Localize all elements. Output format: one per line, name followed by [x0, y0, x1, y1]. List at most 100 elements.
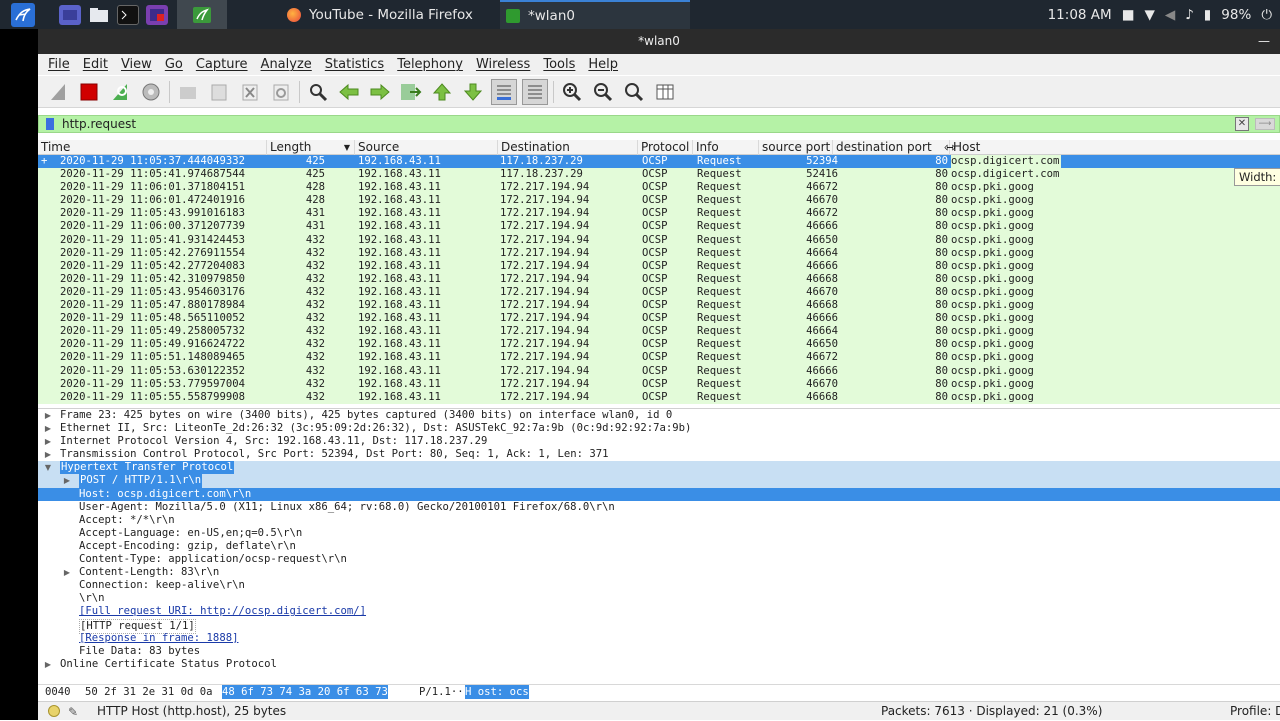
file-manager-icon[interactable] — [88, 5, 110, 25]
column-time[interactable]: Time — [38, 140, 267, 155]
menu-capture[interactable]: Capture — [196, 57, 248, 72]
wireshark-launcher-icon[interactable] — [177, 0, 227, 29]
menu-go[interactable]: Go — [165, 57, 183, 72]
autoscroll-icon[interactable] — [491, 78, 517, 105]
minimize-button[interactable]: — — [1258, 29, 1270, 54]
detail-tree-item[interactable]: User-Agent: Mozilla/5.0 (X11; Linux x86_… — [38, 501, 1280, 514]
zoom-out-icon[interactable] — [590, 79, 616, 105]
menu-analyze[interactable]: Analyze — [261, 57, 312, 72]
open-file-icon[interactable] — [175, 79, 201, 105]
menu-help[interactable]: Help — [588, 57, 618, 72]
detail-tree-item[interactable]: Host: ocsp.digicert.com\r\n — [38, 487, 1280, 501]
taskbar-task-wireshark[interactable]: *wlan0 — [500, 0, 690, 29]
packet-row[interactable]: 2020-11-29 11:05:43.954603176 432 192.168.… — [38, 286, 1280, 299]
packet-row[interactable]: +2020-11-29 11:05:37.444049332 425 192.168… — [38, 155, 1280, 169]
window-titlebar[interactable]: *wlan0 — — [38, 29, 1280, 54]
expand-arrow-icon[interactable]: ▶ — [43, 448, 53, 461]
column-destination-port[interactable]: destination port — [833, 140, 950, 155]
column-source-port[interactable]: source port — [759, 140, 833, 155]
expand-arrow-icon[interactable]: ▶ — [43, 409, 53, 422]
taskbar-task-firefox[interactable]: YouTube - Mozilla Firefox — [281, 0, 479, 29]
detail-tree-item[interactable]: Connection: keep-alive\r\n — [38, 579, 1280, 592]
menu-telephony[interactable]: Telephony — [397, 57, 463, 72]
detail-tree-item[interactable]: Accept: */*\r\n — [38, 514, 1280, 527]
go-back-icon[interactable] — [336, 79, 362, 105]
bytes-hex-highlight[interactable]: 48 6f 73 74 3a 20 6f 63 73 — [222, 685, 388, 699]
expand-arrow-icon[interactable]: ▶ — [62, 474, 72, 487]
terminal-icon[interactable] — [117, 4, 139, 25]
detail-tree-item[interactable]: ▶ POST / HTTP/1.1\r\n — [38, 474, 1280, 488]
zoom-in-icon[interactable] — [559, 79, 585, 105]
capture-options-icon[interactable] — [138, 79, 164, 105]
detail-tree-item[interactable]: File Data: 83 bytes — [38, 645, 1280, 658]
expert-info-icon[interactable] — [48, 705, 60, 717]
packet-row[interactable]: 2020-11-29 11:05:48.565110052 432 192.168.… — [38, 312, 1280, 325]
status-profile[interactable]: Profile: D — [1230, 702, 1280, 720]
reload-file-icon[interactable] — [268, 79, 294, 105]
packet-row[interactable]: 2020-11-29 11:05:41.974687544 425 192.168.… — [38, 168, 1280, 181]
expand-arrow-icon[interactable]: ▶ — [43, 435, 53, 448]
display-filter-input[interactable]: http.request — [62, 117, 136, 131]
detail-tree-item[interactable]: ▶ Ethernet II, Src: LiteonTe_2d:26:32 (3c… — [38, 422, 1280, 435]
packet-row[interactable]: 2020-11-29 11:06:01.472401916 428 192.168.… — [38, 194, 1280, 207]
detail-tree-item[interactable]: \r\n — [38, 592, 1280, 605]
packet-row[interactable]: 2020-11-29 11:06:01.371804151 428 192.168.… — [38, 181, 1280, 194]
packet-row[interactable]: 2020-11-29 11:05:51.148089465 432 192.168.… — [38, 351, 1280, 364]
column-info[interactable]: Info — [693, 140, 759, 155]
stop-capture-icon[interactable] — [76, 79, 102, 105]
battery-icon[interactable]: ▮ — [1204, 7, 1211, 23]
column-source[interactable]: Source — [355, 140, 498, 155]
wifi-icon[interactable]: ▼ — [1144, 7, 1154, 23]
normal-size-icon[interactable] — [621, 79, 647, 105]
last-packet-icon[interactable] — [460, 79, 486, 105]
detail-tree-item[interactable]: [Response in frame: 1888] — [38, 632, 1280, 645]
first-packet-icon[interactable] — [429, 79, 455, 105]
bytes-ascii[interactable]: P/1.1·· — [419, 685, 464, 699]
clock[interactable]: 11:08 AM — [1048, 7, 1112, 23]
packet-row[interactable]: 2020-11-29 11:05:49.258005732 432 192.168.… — [38, 325, 1280, 338]
column-host[interactable]: Host — [950, 140, 1280, 155]
clear-filter-icon[interactable]: ✕ — [1235, 117, 1249, 131]
bytes-hex[interactable]: 50 2f 31 2e 31 0d 0a — [85, 685, 213, 699]
packet-row[interactable]: 2020-11-29 11:05:53.779597004 432 192.168.… — [38, 378, 1280, 391]
apply-filter-icon[interactable]: ⟶ — [1255, 118, 1275, 130]
go-to-packet-icon[interactable] — [398, 79, 424, 105]
go-forward-icon[interactable] — [367, 79, 393, 105]
detail-tree-label[interactable]: [Full request URI: http://ocsp.digicert.… — [79, 605, 366, 618]
detail-tree-item[interactable]: Accept-Encoding: gzip, deflate\r\n — [38, 540, 1280, 553]
menu-file[interactable]: File — [48, 57, 70, 72]
detail-tree-item[interactable]: ▶ Frame 23: 425 bytes on wire (3400 bits)… — [38, 409, 1280, 422]
start-capture-icon[interactable] — [45, 79, 71, 105]
collapse-arrow-icon[interactable]: ▼ — [43, 461, 53, 474]
packet-row[interactable]: 2020-11-29 11:05:41.931424453 432 192.168.… — [38, 234, 1280, 247]
colorize-icon[interactable] — [522, 78, 548, 105]
close-file-icon[interactable] — [237, 79, 263, 105]
detail-tree-label[interactable]: [Response in frame: 1888] — [79, 632, 238, 645]
bookmark-icon[interactable] — [46, 118, 54, 130]
detail-tree-item[interactable]: Content-Type: application/ocsp-request\r… — [38, 553, 1280, 566]
packet-row[interactable]: 2020-11-29 11:05:42.310979850 432 192.168.… — [38, 273, 1280, 286]
screenshot-app-icon[interactable] — [146, 4, 168, 25]
packet-row[interactable]: 2020-11-29 11:05:49.916624722 432 192.168.… — [38, 338, 1280, 351]
workspace-icon[interactable] — [59, 4, 81, 25]
packet-row[interactable]: 2020-11-29 11:05:53.630122352 432 192.168.… — [38, 365, 1280, 378]
detail-tree-item[interactable]: ▼ Hypertext Transfer Protocol — [38, 461, 1280, 475]
column-protocol[interactable]: Protocol — [638, 140, 693, 155]
column-length[interactable]: Length ▼ — [267, 140, 355, 155]
app-menu-icon[interactable] — [11, 2, 35, 27]
packet-row[interactable]: 2020-11-29 11:05:55.558799908 432 192.168.… — [38, 391, 1280, 404]
detail-tree-item[interactable]: Accept-Language: en-US,en;q=0.5\r\n — [38, 527, 1280, 540]
camera-icon[interactable]: ■ — [1122, 7, 1135, 23]
find-packet-icon[interactable] — [305, 79, 331, 105]
detail-tree-item[interactable]: ▶ Internet Protocol Version 4, Src: 192.1… — [38, 435, 1280, 448]
detail-tree-item[interactable]: ▶ Content-Length: 83\r\n — [38, 566, 1280, 579]
menu-edit[interactable]: Edit — [83, 57, 108, 72]
bytes-ascii-highlight[interactable]: H ost: ocs — [465, 685, 529, 699]
resize-columns-icon[interactable] — [652, 79, 678, 105]
detail-tree-item[interactable]: ▶ Transmission Control Protocol, Src Port… — [38, 448, 1280, 461]
power-icon[interactable]: ⏻ — [1261, 7, 1272, 23]
column-destination[interactable]: Destination — [498, 140, 638, 155]
detail-tree-item[interactable]: ▶ Online Certificate Status Protocol — [38, 658, 1280, 671]
packet-row[interactable]: 2020-11-29 11:05:43.991016183 431 192.168.… — [38, 207, 1280, 220]
restart-capture-icon[interactable] — [107, 79, 133, 105]
